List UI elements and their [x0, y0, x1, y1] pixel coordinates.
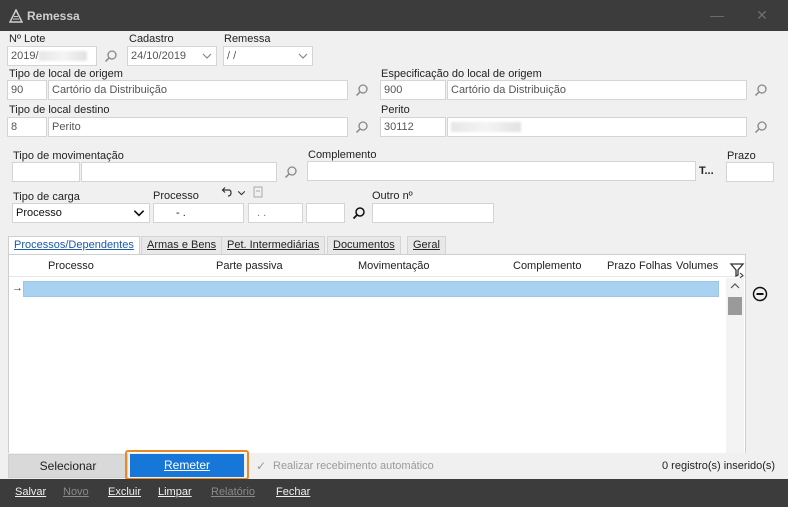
complemento-label: Complemento [308, 149, 377, 161]
processo-number-input[interactable]: - . [153, 203, 244, 223]
destino-tipo-label: Tipo de local destino [9, 104, 110, 116]
cadastro-label: Cadastro [129, 33, 174, 45]
prazo-label: Prazo [727, 150, 756, 162]
cadastro-date-picker[interactable]: 24/10/2019 [127, 46, 217, 66]
processo-label: Processo [153, 190, 199, 202]
tab-strip: Processos/Dependentes Armas e Bens Pet. … [8, 236, 780, 255]
perito-code-input[interactable]: 30112 [380, 117, 446, 137]
tab-documentos[interactable]: Documentos [327, 236, 401, 254]
remessa-label: Remessa [224, 33, 271, 45]
complemento-text-button[interactable]: T... [699, 165, 714, 177]
column-header[interactable]: Complemento [513, 260, 581, 272]
chevron-down-icon [298, 53, 308, 59]
scroll-up-icon[interactable] [730, 282, 740, 290]
tab-armas[interactable]: Armas e Bens [141, 236, 223, 254]
perito-desc-input[interactable] [447, 117, 747, 137]
origem-espec-code-input[interactable]: 900 [380, 80, 446, 100]
chevron-down-icon[interactable] [236, 188, 247, 198]
perito-label: Perito [381, 104, 410, 116]
chevron-down-icon [133, 210, 145, 217]
window-title: Remessa [27, 9, 80, 23]
processo-extra-input[interactable] [306, 203, 345, 223]
table-row[interactable] [23, 281, 719, 297]
column-header[interactable]: Folhas [639, 260, 672, 272]
movimentacao-label: Tipo de movimentação [13, 150, 124, 162]
origem-tipo-label: Tipo de local de origem [9, 68, 123, 80]
redacted-value [451, 122, 521, 133]
auto-receive-label: Realizar recebimento automático [273, 460, 434, 472]
remeter-button[interactable]: Remeter [130, 454, 244, 477]
movimentacao-desc-input[interactable] [81, 162, 277, 182]
complemento-input[interactable] [307, 161, 696, 181]
column-header[interactable]: Movimentação [358, 260, 430, 272]
outro-input[interactable] [372, 203, 494, 223]
bottom-toolbar: Salvar Novo Excluir Limpar Relatório Fec… [0, 479, 788, 507]
origem-tipo-code-input[interactable]: 90 [7, 80, 47, 100]
remessa-date-picker[interactable]: / / [223, 46, 313, 66]
origem-tipo-desc-input[interactable]: Cartório da Distribuição [48, 80, 348, 100]
novo-button[interactable]: Novo [63, 486, 89, 498]
column-header[interactable]: Volumes [676, 260, 718, 272]
fechar-button[interactable]: Fechar [276, 486, 310, 498]
lote-input[interactable]: 2019/ [7, 46, 97, 66]
redacted-value [38, 51, 87, 62]
vertical-scrollbar[interactable] [726, 278, 744, 474]
column-header[interactable]: Prazo [607, 260, 636, 272]
grid-header: Processo Parte passiva Movimentação Comp… [9, 255, 745, 277]
search-icon[interactable] [284, 165, 298, 179]
record-count: 0 registro(s) inserido(s) [662, 460, 776, 472]
title-bar: Remessa — ✕ [0, 0, 788, 31]
column-header[interactable]: Parte passiva [216, 260, 283, 272]
chevron-down-icon [202, 53, 212, 59]
salvar-button[interactable]: Salvar [15, 486, 46, 498]
prazo-input[interactable] [726, 162, 774, 182]
destino-tipo-desc-input[interactable]: Perito [48, 117, 348, 137]
search-icon[interactable] [355, 120, 369, 134]
origem-espec-desc-input[interactable]: Cartório da Distribuição [447, 80, 747, 100]
scroll-thumb[interactable] [728, 297, 742, 315]
search-icon[interactable] [104, 49, 118, 63]
movimentacao-code-input[interactable] [12, 162, 80, 182]
column-header[interactable]: Processo [48, 260, 94, 272]
destino-tipo-code-input[interactable]: 8 [7, 117, 47, 137]
tab-geral[interactable]: Geral [407, 236, 446, 254]
tab-processos[interactable]: Processos/Dependentes [8, 236, 140, 255]
carga-select[interactable]: Processo [12, 203, 150, 223]
remove-row-icon[interactable] [752, 286, 768, 302]
tab-peticoes[interactable]: Pet. Intermediárias [221, 236, 326, 254]
limpar-button[interactable]: Limpar [158, 486, 192, 498]
selecionar-button[interactable]: Selecionar [8, 454, 128, 478]
processo-suffix-input[interactable]: . . [248, 203, 303, 223]
filter-icon[interactable] [729, 262, 745, 278]
relatorio-button[interactable]: Relatório [211, 486, 255, 498]
process-grid: Processo Parte passiva Movimentação Comp… [8, 254, 746, 475]
clipboard-icon[interactable] [253, 186, 263, 198]
search-icon[interactable] [754, 120, 768, 134]
form-panel: Nº Lote 2019/ Cadastro 24/10/2019 Remess… [0, 31, 788, 475]
row-indicator-icon: → [12, 282, 23, 294]
auto-receive-checkbox[interactable]: ✓ [256, 459, 266, 473]
app-logo-icon [9, 9, 23, 23]
excluir-button[interactable]: Excluir [108, 486, 141, 498]
lote-label: Nº Lote [9, 33, 46, 45]
carga-label: Tipo de carga [13, 191, 80, 203]
origem-espec-label: Especificação do local de origem [381, 68, 542, 80]
search-icon[interactable] [754, 83, 768, 97]
minimize-button[interactable]: — [706, 6, 728, 24]
undo-arrow-icon[interactable] [220, 186, 232, 198]
search-icon[interactable] [355, 83, 369, 97]
close-button[interactable]: ✕ [751, 6, 773, 24]
search-icon[interactable] [352, 206, 366, 220]
outro-label: Outro nº [372, 190, 413, 202]
